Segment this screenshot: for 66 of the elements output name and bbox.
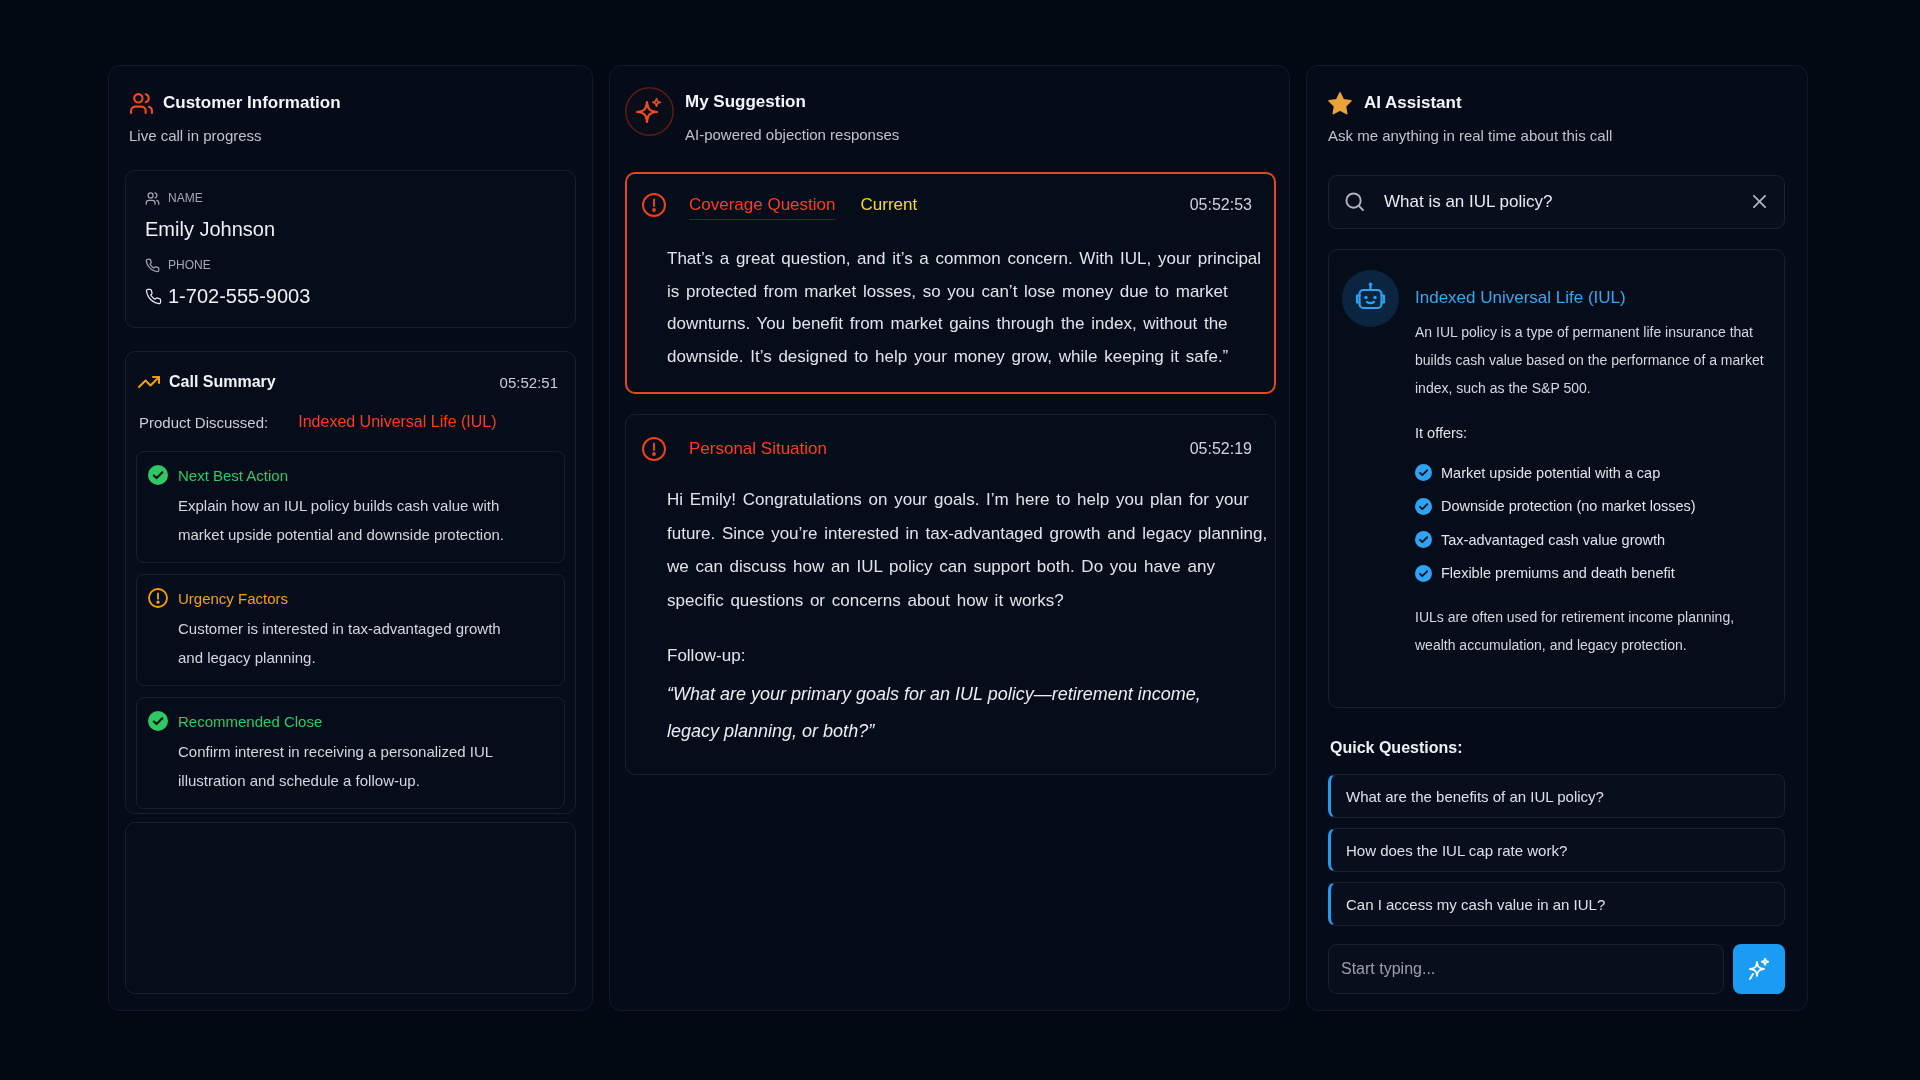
status-label: Current bbox=[860, 195, 918, 215]
check-circle-icon bbox=[1415, 464, 1432, 482]
alert-circle-icon bbox=[148, 588, 168, 608]
benefit-item: Tax-advantaged cash value growth bbox=[1441, 531, 1666, 548]
sparkle-icon bbox=[625, 87, 674, 136]
suggestion-category: Coverage Question bbox=[689, 195, 836, 215]
sparkle-icon bbox=[1749, 958, 1769, 980]
product-value: Indexed Universal Life (IUL) bbox=[298, 413, 497, 431]
panel-title: My Suggestion bbox=[685, 91, 807, 113]
quick-question-button[interactable]: How does the IUL cap rate work? bbox=[1328, 828, 1785, 872]
timestamp: 05:52:19 bbox=[1189, 440, 1252, 458]
answer-text: IULs are often used for retirement income planning, wealth accumulation, and legacy protection. bbox=[1415, 608, 1736, 655]
send-button[interactable] bbox=[1733, 944, 1785, 994]
check-circle-icon bbox=[1415, 497, 1432, 515]
insight-title: Next Best Action bbox=[178, 466, 289, 484]
insight-title: Recommended Close bbox=[178, 712, 323, 730]
alert-circle-icon bbox=[642, 437, 666, 461]
panel-title: AI Assistant bbox=[1364, 92, 1462, 114]
insight-title: Urgency Factors bbox=[178, 589, 289, 607]
message-input[interactable]: Start typing... bbox=[1328, 944, 1724, 994]
phone-icon bbox=[145, 257, 160, 273]
alert-circle-icon bbox=[642, 193, 666, 217]
field-value: 1-702-555-9003 bbox=[168, 284, 311, 308]
benefit-item: Flexible premiums and death benefit bbox=[1441, 565, 1675, 582]
phone-icon bbox=[145, 287, 162, 305]
close-icon[interactable] bbox=[1753, 195, 1766, 208]
robot-icon bbox=[1342, 270, 1399, 327]
quick-question-button[interactable]: What are the benefits of an IUL policy? bbox=[1328, 774, 1785, 818]
panel-subtitle: AI-powered objection responses bbox=[685, 125, 900, 145]
suggestion-text: That’s a great question, and it’s a common concern. With IUL, your principal is protected from market losses, so you can’t lose money due to market downturns. You benefit from market gains through the index, without the downside. It’s designed to help your money grow, while keeping it safe.” bbox=[667, 248, 1263, 368]
check-circle-icon bbox=[148, 465, 168, 485]
search-field[interactable]: What is an IUL policy? bbox=[1328, 175, 1785, 229]
timestamp: 05:52:51 bbox=[499, 373, 558, 391]
benefit-item: Downside protection (no market losses) bbox=[1441, 498, 1696, 515]
quick-question-button[interactable]: Can I access my cash value in an IUL? bbox=[1328, 882, 1785, 926]
check-circle-icon bbox=[1415, 531, 1432, 549]
insight-text: Explain how an IUL policy builds cash value with market upside potential and downside protection. bbox=[178, 496, 506, 545]
summary-title: Call Summary bbox=[169, 373, 276, 391]
insight-text: Customer is interested in tax-advantaged growth and legacy planning. bbox=[178, 619, 502, 668]
section-heading: Quick Questions: bbox=[1329, 738, 1464, 758]
insight-text: Confirm interest in receiving a personalized IUL illustration and schedule a follow-up. bbox=[178, 742, 494, 791]
check-circle-icon bbox=[1415, 564, 1432, 582]
field-label: PHONE bbox=[168, 258, 211, 272]
check-circle-icon bbox=[148, 711, 168, 731]
panel-subtitle: Live call in progress bbox=[128, 126, 262, 146]
panel-title: Customer Information bbox=[163, 92, 341, 114]
search-icon bbox=[1345, 192, 1364, 211]
suggestion-card[interactable] bbox=[625, 414, 1276, 775]
users-icon bbox=[129, 90, 154, 116]
suggestion-text: Hi Emily! Congratulations on your goals. I’m here to help you plan for your future. Since you’re interested in tax-advantaged growth and legacy planning, we can discuss how an IUL policy can support both. Do you have any specific questions or concerns about how it works? bbox=[667, 489, 1269, 612]
field-value: Emily Johnson bbox=[145, 217, 276, 241]
suggestion-category: Personal Situation bbox=[689, 439, 827, 459]
follow-up-question: “What are your primary goals for an IUL policy—retirement income, legacy planning, or both?” bbox=[667, 683, 1202, 743]
answer-title: Indexed Universal Life (IUL) bbox=[1415, 287, 1627, 309]
star-icon bbox=[1328, 91, 1352, 115]
panel-subtitle: Ask me anything in real time about this call bbox=[1328, 126, 1613, 146]
timestamp: 05:52:53 bbox=[1189, 196, 1252, 214]
product-label: Product Discussed: bbox=[139, 413, 269, 431]
trend-up-icon bbox=[138, 375, 160, 389]
follow-up-label: Follow-up: bbox=[667, 645, 747, 667]
suggestion-card[interactable] bbox=[625, 172, 1276, 394]
users-icon bbox=[145, 190, 160, 206]
benefit-item: Market upside potential with a cap bbox=[1441, 464, 1661, 481]
list-label: It offers: bbox=[1415, 424, 1469, 443]
answer-text: An IUL policy is a type of permanent life insurance that builds cash value based on the performance of a market index, such as the S&P 500. bbox=[1415, 323, 1765, 398]
field-label: NAME bbox=[168, 191, 203, 205]
